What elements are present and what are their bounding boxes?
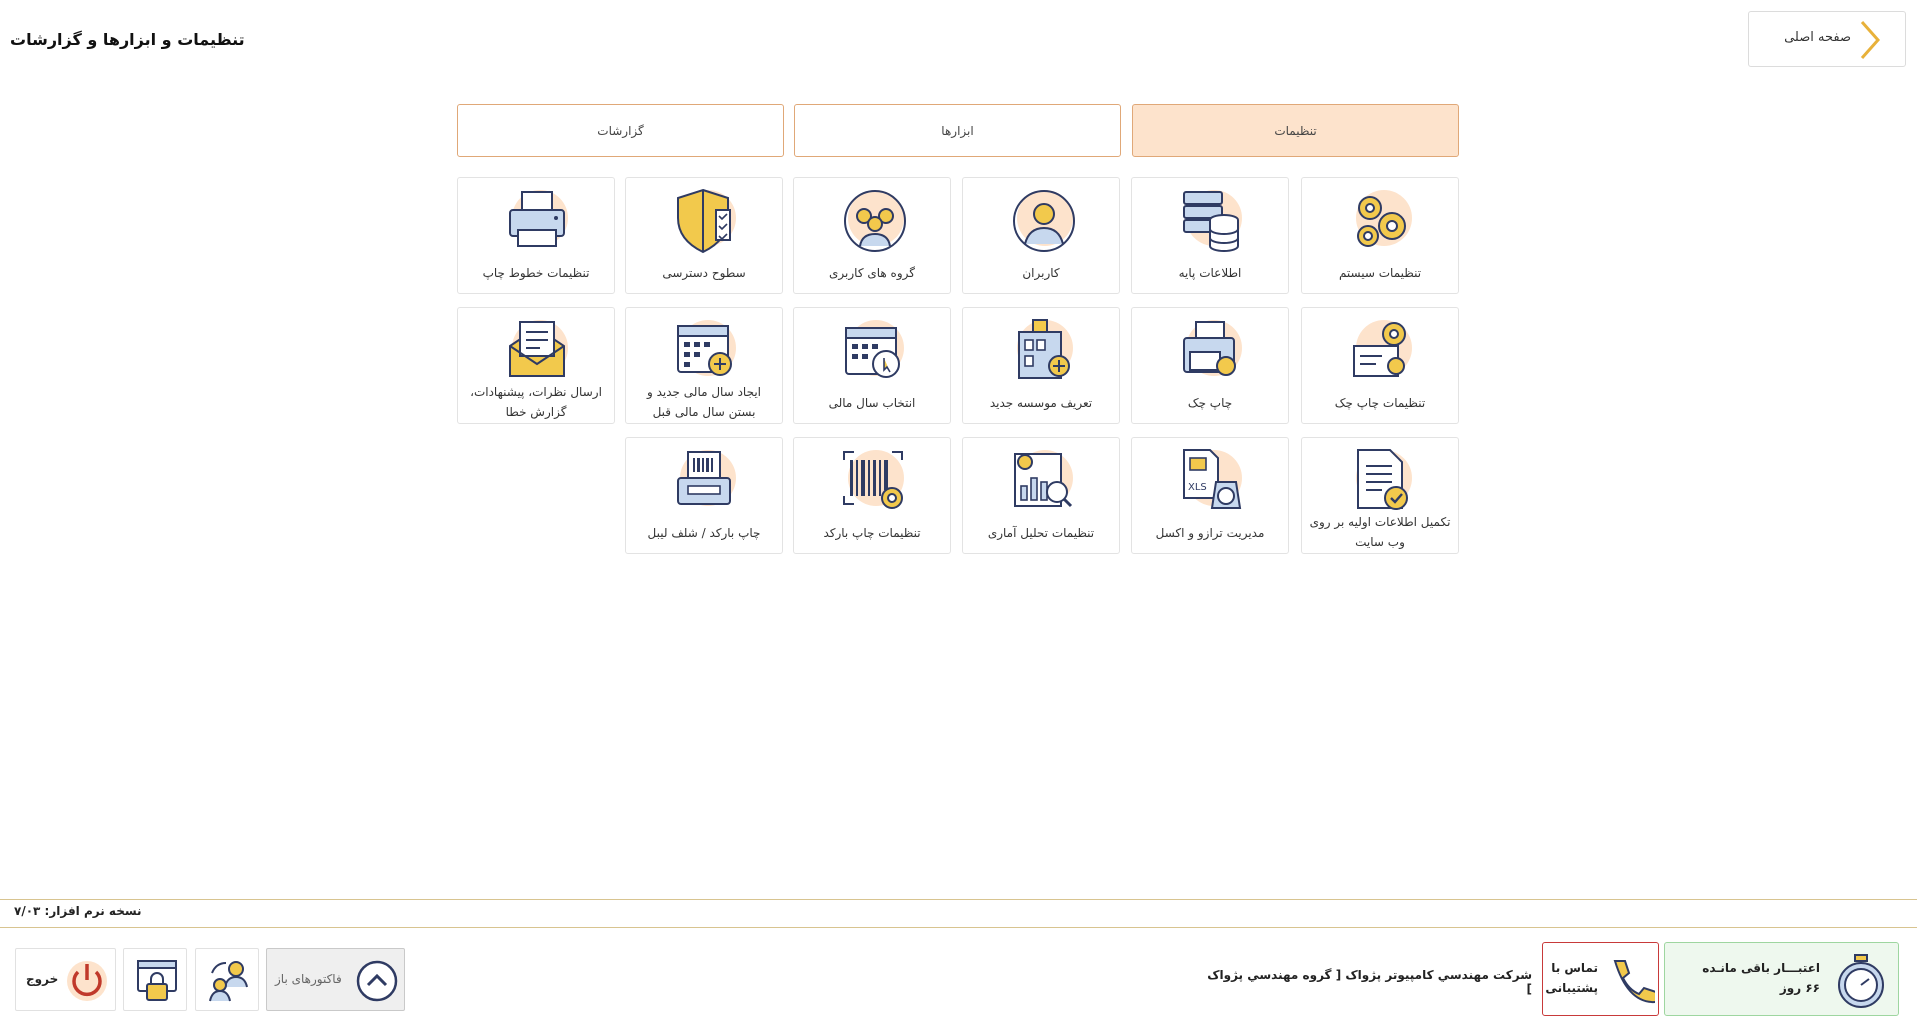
shield-icon xyxy=(670,186,740,256)
tile-label: سطوح دسترسی xyxy=(662,266,746,280)
tile-label: تنظیمات چاپ بارکد xyxy=(823,526,921,540)
building-add-icon xyxy=(1007,316,1077,386)
tab-settings[interactable]: تنظیمات xyxy=(1132,104,1459,157)
version-text: نسخه نرم افزار: ۷/۰۳ xyxy=(14,904,142,918)
calendar-pointer-icon xyxy=(838,316,908,386)
page-title: تنظیمات و ابزارها و گزارشات xyxy=(10,30,245,49)
tile-base-info[interactable]: اطلاعات پایه xyxy=(1131,177,1289,294)
open-invoices-button[interactable]: فاکتورهای باز xyxy=(266,948,405,1011)
company-name: شرکت مهندسي كامپيوتر پژواک [ گروه مهندسي… xyxy=(1207,968,1532,996)
tile-label: اطلاعات پایه xyxy=(1178,266,1242,280)
tile-label: تعریف موسسه جدید xyxy=(989,396,1093,410)
tile-system-settings[interactable]: تنظیمات سیستم xyxy=(1301,177,1459,294)
tile-barcode-label-print[interactable]: چاپ بارکد / شلف لیبل xyxy=(625,437,783,554)
chevron-up-circle-icon xyxy=(356,960,398,1002)
stopwatch-icon xyxy=(1838,954,1884,1008)
support-label-line2: پشتیبانی xyxy=(1545,981,1598,995)
tile-label: چاپ بارکد / شلف لیبل xyxy=(647,526,761,540)
printer-icon xyxy=(502,186,572,256)
tile-print-font-settings[interactable]: تنظیمات خطوط چاپ xyxy=(457,177,615,294)
tile-label-line2: بستن سال مالی قبل xyxy=(652,405,756,419)
tile-label-line2: گزارش خطا xyxy=(505,405,567,419)
divider xyxy=(0,927,1917,928)
home-label: صفحه اصلی xyxy=(1784,30,1851,45)
check-settings-icon xyxy=(1346,316,1416,386)
power-icon xyxy=(67,961,107,1001)
document-check-icon xyxy=(1346,446,1416,516)
credit-remaining-panel: اعتبـــار باقی مانـده ۶۶ روز xyxy=(1664,942,1899,1016)
tile-stat-analysis[interactable]: تنظیمات تحلیل آماری xyxy=(962,437,1120,554)
tile-check-print-settings[interactable]: تنظیمات چاپ چک xyxy=(1301,307,1459,424)
barcode-icon xyxy=(838,446,908,516)
tile-select-fiscal-year[interactable]: انتخاب سال مالی xyxy=(793,307,951,424)
tile-label-line1: تکمیل اطلاعات اولیه بر روی xyxy=(1309,515,1451,529)
svg-text:XLS: XLS xyxy=(1188,482,1207,493)
phone-icon xyxy=(1613,960,1655,1003)
exit-label: خروج xyxy=(26,972,59,986)
switch-user-button[interactable] xyxy=(195,948,259,1011)
divider xyxy=(0,899,1917,900)
contact-support-button[interactable]: تماس با پشتیبانی xyxy=(1542,942,1659,1016)
tile-label: گروه های کاربری xyxy=(829,266,915,280)
database-icon xyxy=(1176,186,1246,256)
credit-days: ۶۶ روز xyxy=(1779,981,1820,995)
lock-icon xyxy=(137,960,177,1001)
tile-new-fiscal-year[interactable]: ایجاد سال مالی جدید و بستن سال مالی قبل xyxy=(625,307,783,424)
tile-users[interactable]: کاربران xyxy=(962,177,1120,294)
tile-label: چاپ چک xyxy=(1187,396,1233,410)
tile-label: تنظیمات تحلیل آماری xyxy=(987,526,1095,540)
switch-user-icon xyxy=(209,961,248,1002)
tile-user-groups[interactable]: گروه های کاربری xyxy=(793,177,951,294)
tile-label: تنظیمات خطوط چاپ xyxy=(482,266,590,280)
tile-barcode-print-settings[interactable]: تنظیمات چاپ بارکد xyxy=(793,437,951,554)
support-label-line1: تماس با xyxy=(1551,961,1598,975)
calendar-add-icon xyxy=(670,316,740,386)
tile-balance-excel[interactable]: XLS مدیریت ترازو و اکسل xyxy=(1131,437,1289,554)
tile-label: انتخاب سال مالی xyxy=(828,396,916,410)
tab-tools[interactable]: ابزارها xyxy=(794,104,1121,157)
tile-label-line2: وب سایت xyxy=(1355,535,1405,549)
tile-label: کاربران xyxy=(1022,266,1060,280)
check-printer-icon xyxy=(1176,316,1246,386)
tile-label: مدیریت ترازو و اکسل xyxy=(1155,526,1265,540)
tile-label: تنظیمات سیستم xyxy=(1338,266,1422,280)
tile-website-info[interactable]: تکمیل اطلاعات اولیه بر روی وب سایت xyxy=(1301,437,1459,554)
tab-reports[interactable]: گزارشات xyxy=(457,104,784,157)
scale-excel-icon: XLS xyxy=(1176,446,1246,516)
label-printer-icon xyxy=(670,446,740,516)
tile-label-line1: ارسال نظرات، پیشنهادات، xyxy=(470,385,602,399)
tile-feedback[interactable]: ارسال نظرات، پیشنهادات، گزارش خطا xyxy=(457,307,615,424)
lock-button[interactable] xyxy=(123,948,187,1011)
tile-label-line1: ایجاد سال مالی جدید و xyxy=(647,385,761,399)
analytics-icon xyxy=(1007,446,1077,516)
user-icon xyxy=(1007,186,1077,256)
user-group-icon xyxy=(838,186,908,256)
tile-label: تنظیمات چاپ چک xyxy=(1334,396,1426,410)
envelope-icon xyxy=(502,316,572,386)
tile-print-check[interactable]: چاپ چک xyxy=(1131,307,1289,424)
home-button[interactable]: صفحه اصلی xyxy=(1748,11,1906,67)
chevron-right-icon xyxy=(1860,21,1881,59)
credit-label: اعتبـــار باقی مانـده xyxy=(1702,961,1820,975)
tile-access-levels[interactable]: سطوح دسترسی xyxy=(625,177,783,294)
open-invoices-label: فاکتورهای باز xyxy=(275,972,342,986)
exit-button[interactable]: خروج xyxy=(15,948,116,1011)
tile-new-company[interactable]: تعریف موسسه جدید xyxy=(962,307,1120,424)
gears-icon xyxy=(1346,186,1416,256)
